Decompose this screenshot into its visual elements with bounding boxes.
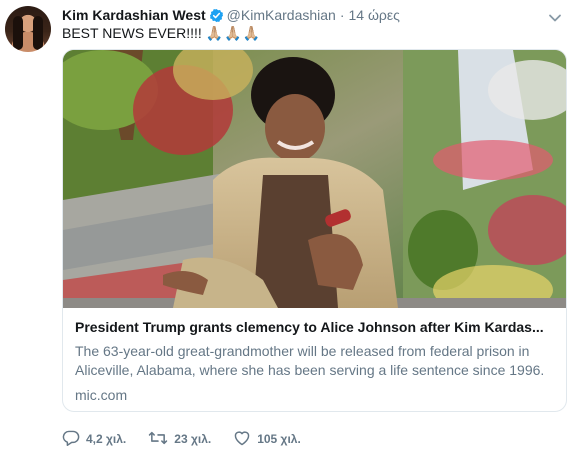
tweet-text-content: BEST NEWS EVER!!!! bbox=[62, 25, 206, 41]
reply-count: 4,2 χιλ. bbox=[86, 432, 127, 446]
tweet: Kim Kardashian West @KimKardashian · 14 … bbox=[0, 0, 573, 457]
praying-hands-emoji: 🙏🏼🙏🏼🙏🏼 bbox=[205, 25, 261, 41]
card-domain: mic.com bbox=[75, 387, 128, 403]
card-image bbox=[63, 50, 566, 308]
verified-badge-icon bbox=[209, 8, 224, 23]
retweet-button[interactable]: 23 χιλ. bbox=[148, 430, 211, 449]
tweet-header: Kim Kardashian West @KimKardashian · 14 … bbox=[62, 5, 400, 25]
tweet-actions: 4,2 χιλ. 23 χιλ. 105 χιλ. bbox=[62, 429, 323, 449]
card-title: President Trump grants clemency to Alice… bbox=[75, 319, 544, 335]
reply-icon bbox=[62, 430, 86, 449]
tweet-time[interactable]: 14 ώρες bbox=[349, 7, 400, 23]
card-description: The 63-year-old great-grandmother will b… bbox=[75, 343, 545, 378]
author-handle[interactable]: @KimKardashian bbox=[227, 7, 336, 23]
reply-button[interactable]: 4,2 χιλ. bbox=[62, 430, 126, 449]
card-body: President Trump grants clemency to Alice… bbox=[75, 318, 555, 404]
like-icon bbox=[233, 430, 257, 449]
like-count: 105 χιλ. bbox=[257, 432, 301, 446]
author-name[interactable]: Kim Kardashian West bbox=[62, 7, 206, 23]
avatar[interactable] bbox=[5, 6, 51, 52]
retweet-count: 23 χιλ. bbox=[174, 432, 212, 446]
link-card[interactable]: President Trump grants clemency to Alice… bbox=[62, 49, 567, 412]
separator-dot: · bbox=[339, 7, 345, 23]
retweet-icon bbox=[148, 430, 174, 449]
like-button[interactable]: 105 χιλ. bbox=[233, 430, 301, 449]
tweet-text: BEST NEWS EVER!!!! 🙏🏼🙏🏼🙏🏼 bbox=[62, 24, 261, 42]
chevron-down-icon[interactable] bbox=[548, 10, 562, 22]
